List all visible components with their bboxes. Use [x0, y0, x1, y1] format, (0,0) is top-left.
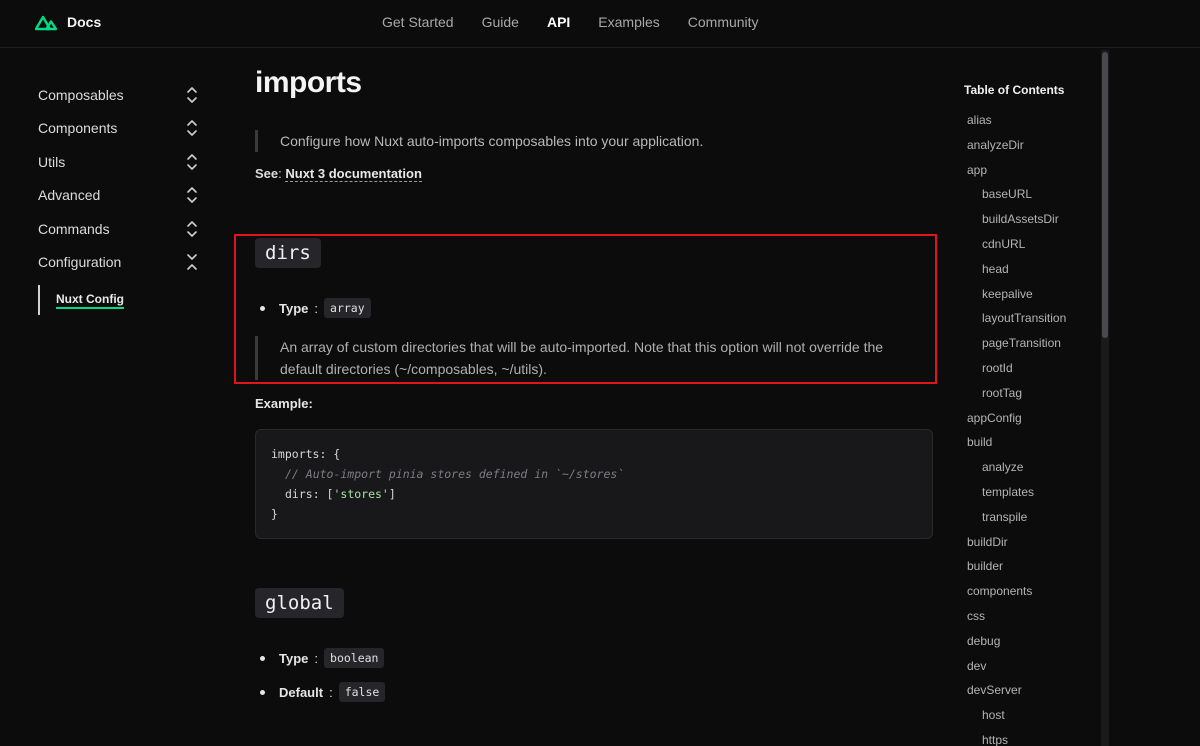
type-value-badge: array [324, 298, 371, 318]
toc-link-builddir[interactable]: buildDir [964, 533, 1094, 558]
sidebar-subnav: Nuxt Config [38, 285, 198, 315]
lead-blockquote: Configure how Nuxt auto-imports composab… [255, 130, 935, 152]
code-line: } [271, 507, 278, 521]
toc-link-templates[interactable]: templates [964, 483, 1094, 508]
toc-link-transpile[interactable]: transpile [964, 508, 1094, 533]
table-of-contents: Table of Contents alias analyzeDir app base… [964, 83, 1094, 746]
sidebar-item-nuxt-config[interactable]: Nuxt Config [56, 292, 124, 309]
toc-link-dev[interactable]: dev [964, 657, 1094, 682]
sidebar-item-configuration[interactable]: Configuration [38, 246, 198, 280]
default-label: Default [279, 684, 324, 700]
sidebar-item-utils[interactable]: Utils [38, 145, 198, 179]
nuxt-logo-icon [35, 15, 57, 31]
sidebar-item-label: Components [38, 120, 118, 137]
type-value-badge: boolean [324, 648, 385, 668]
toc-link-layouttransition[interactable]: layoutTransition [964, 309, 1094, 334]
toc-link-css[interactable]: css [964, 607, 1094, 632]
bullet-dot [260, 655, 265, 661]
expand-chevrons-icon [187, 220, 197, 237]
nav-link-community[interactable]: Community [674, 14, 773, 30]
toc-link-components[interactable]: components [964, 582, 1094, 607]
code-comment: // Auto-import pinia stores defined in `… [285, 467, 625, 481]
toc-link-build[interactable]: build [964, 433, 1094, 458]
toc-link-rootid[interactable]: rootId [964, 359, 1094, 384]
section-heading-global[interactable]: global [255, 588, 344, 618]
toc-link-https[interactable]: https [964, 731, 1094, 746]
toc-link-pagetransition[interactable]: pageTransition [964, 334, 1094, 359]
toc-link-analyze[interactable]: analyze [964, 458, 1094, 483]
section-heading-dirs[interactable]: dirs [255, 238, 321, 268]
sidebar-item-label: Commands [38, 220, 110, 237]
sidebar-item-label: Advanced [38, 187, 101, 204]
toc-link-host[interactable]: host [964, 706, 1094, 731]
toc-link-appconfig[interactable]: appConfig [964, 409, 1094, 434]
dirs-description: An array of custom directories that will… [255, 336, 915, 380]
sidebar-item-components[interactable]: Components [38, 112, 198, 146]
type-label: Type [279, 300, 309, 316]
toc-link-alias[interactable]: alias [964, 111, 1094, 136]
sidebar-item-label: Composables [38, 86, 124, 103]
top-navbar: Docs Get Started Guide API Examples Communit… [0, 0, 1200, 48]
see-line: See: Nuxt 3 documentation [255, 166, 422, 182]
logo-link[interactable]: Docs [35, 13, 101, 31]
sidebar-item-advanced[interactable]: Advanced [38, 179, 198, 213]
toc-link-roottag[interactable]: rootTag [964, 384, 1094, 409]
example-label: Example: [255, 396, 313, 411]
nav-link-examples[interactable]: Examples [584, 14, 673, 30]
global-default-item: Default: false [255, 682, 386, 702]
expand-chevrons-icon [187, 153, 197, 170]
nuxt3-docs-link[interactable]: Nuxt 3 documentation [285, 166, 422, 182]
sidebar-item-commands[interactable]: Commands [38, 212, 198, 246]
toc-title: Table of Contents [964, 83, 1065, 97]
toc-link-app[interactable]: app [964, 161, 1094, 186]
expand-chevrons-icon [187, 187, 197, 204]
bullet-dot [260, 689, 265, 695]
code-line: imports: { [271, 447, 341, 461]
toc-link-builder[interactable]: builder [964, 557, 1094, 582]
sidebar-item-label: Utils [38, 153, 66, 170]
toc-link-head[interactable]: head [964, 260, 1094, 285]
logo-text: Docs [67, 14, 102, 30]
nav-link-get-started[interactable]: Get Started [368, 14, 468, 30]
default-value-badge: false [338, 682, 386, 702]
toc-link-debug[interactable]: debug [964, 632, 1094, 657]
type-label: Type [279, 650, 309, 666]
bullet-dot [260, 305, 265, 311]
toc-link-cdnurl[interactable]: cdnURL [964, 235, 1094, 260]
expand-chevrons-icon [187, 86, 197, 103]
section-global: global Type: boolean Default: false [255, 588, 386, 702]
page-title: imports [255, 66, 362, 99]
toc-link-analyzedir[interactable]: analyzeDir [964, 136, 1094, 161]
code-line: dirs: ['stores'] [285, 487, 396, 501]
toc-link-devserver[interactable]: devServer [964, 681, 1094, 706]
toc-link-buildassetsdir[interactable]: buildAssetsDir [964, 210, 1094, 235]
scrollbar-thumb[interactable] [1102, 52, 1108, 338]
sidebar: Composables Components Utils Advanced Comman… [38, 78, 198, 315]
sidebar-item-composables[interactable]: Composables [38, 78, 198, 112]
see-label: See [255, 166, 279, 181]
nav-link-api[interactable]: API [533, 14, 584, 30]
toc-link-baseurl[interactable]: baseURL [964, 185, 1094, 210]
section-dirs: dirs Type: array An array of custom dire… [255, 238, 915, 380]
collapse-chevrons-icon [187, 254, 197, 271]
main-nav: Get Started Guide API Examples Community [368, 14, 773, 30]
code-block[interactable]: imports: { // Auto-import pinia stores d… [255, 429, 933, 539]
global-type-item: Type: boolean [255, 648, 385, 668]
dirs-type-item: Type: array [255, 298, 915, 318]
nav-link-guide[interactable]: Guide [468, 14, 533, 30]
toc-link-keepalive[interactable]: keepalive [964, 285, 1094, 310]
main-content: imports Configure how Nuxt auto-imports … [255, 60, 935, 702]
expand-chevrons-icon [187, 120, 197, 137]
sidebar-item-label: Configuration [38, 254, 122, 271]
